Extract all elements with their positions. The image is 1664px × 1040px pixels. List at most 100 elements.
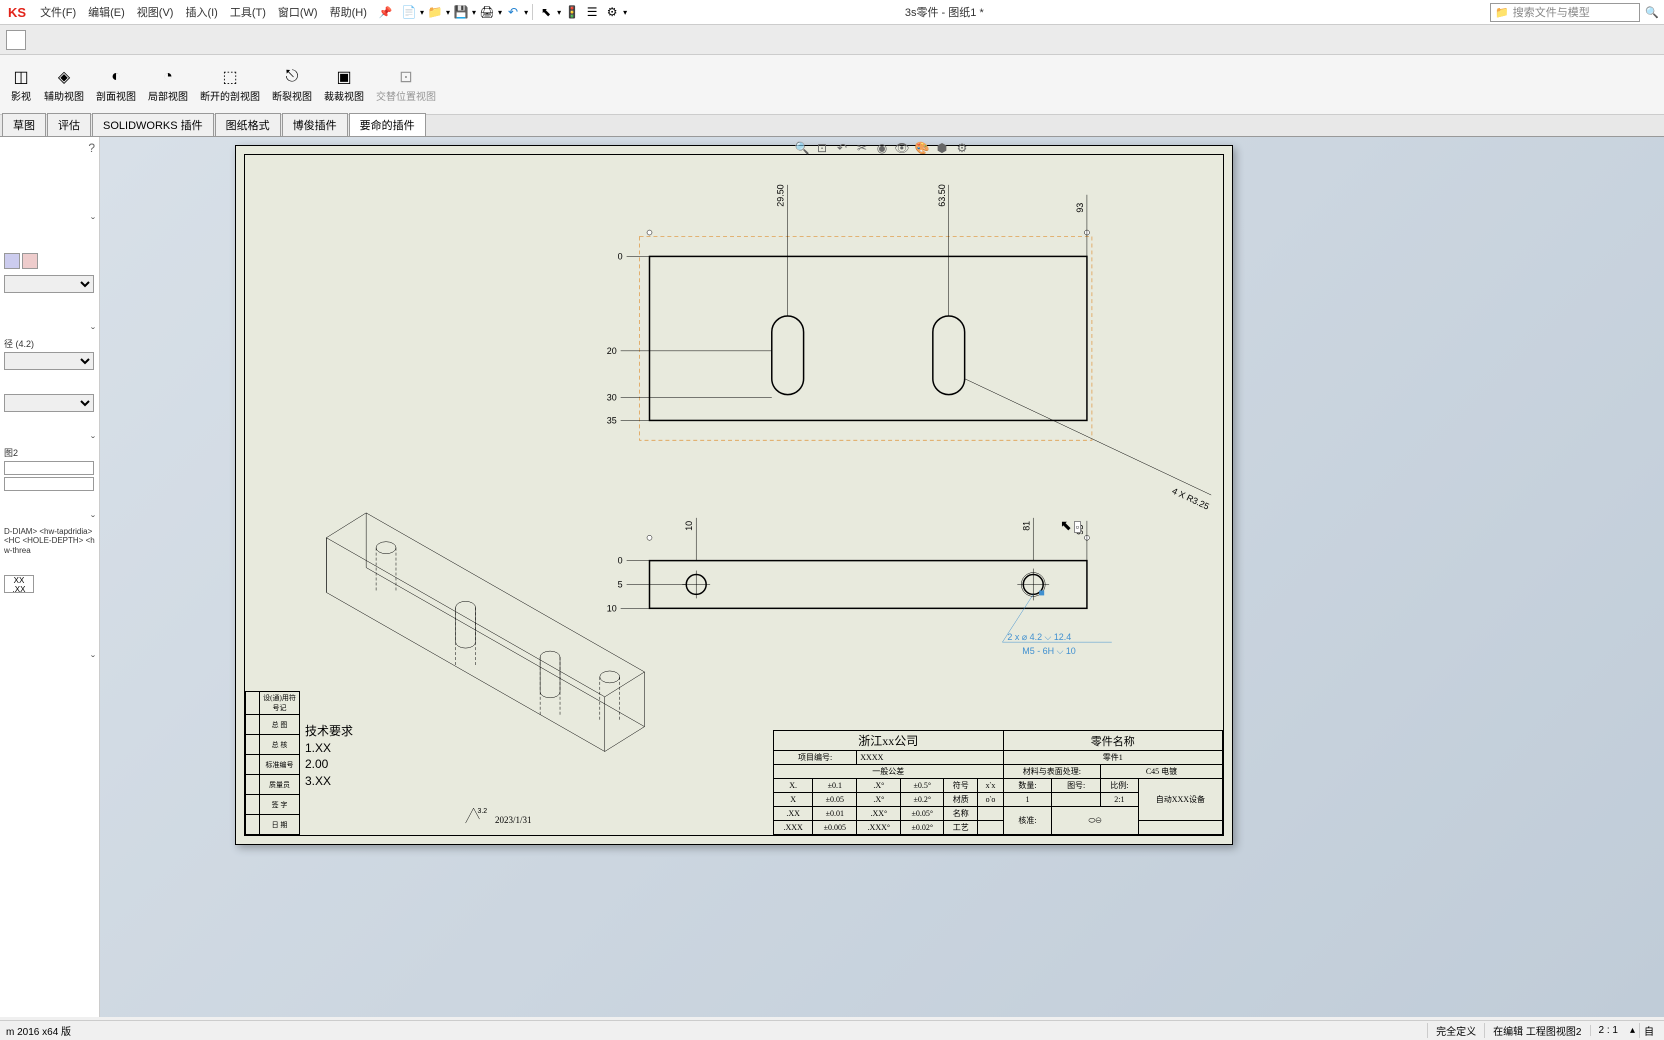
- undo-icon[interactable]: ↶: [504, 3, 522, 21]
- diameter-label: 径 (4.2): [4, 339, 95, 350]
- quick-access-toolbar: 📄▾ 📁▾ 💾▾ 🖨▾ ↶▾ ⬉▾ 🚦 ☰ ⚙▾: [0, 2, 627, 22]
- svg-text:M5 - 6H ⌵ 10: M5 - 6H ⌵ 10: [1022, 646, 1075, 656]
- view-selection-box: [640, 237, 1092, 441]
- equipment: 自动XXX设备: [1138, 779, 1222, 821]
- tech-req-item: 3.XX: [305, 773, 353, 790]
- new-icon[interactable]: 📄: [400, 3, 418, 21]
- svg-text:35: 35: [607, 415, 617, 425]
- part-name-label: 零件名称: [1003, 731, 1222, 751]
- status-custom: 自: [1639, 1023, 1658, 1038]
- svg-text:4 X R3.25: 4 X R3.25: [1171, 486, 1211, 512]
- view-setting-icon[interactable]: ⚙: [953, 139, 971, 157]
- tab-bojun[interactable]: 博俊插件: [282, 113, 348, 136]
- rebuild-icon[interactable]: 🚦: [563, 3, 581, 21]
- ribbon-projected-view[interactable]: ◫影视: [4, 57, 38, 113]
- zoom-fit-icon[interactable]: 🔍: [793, 139, 811, 157]
- options-icon[interactable]: ☰: [583, 3, 601, 21]
- tab-addins[interactable]: SOLIDWORKS 插件: [92, 113, 214, 136]
- hide-show-icon[interactable]: 👁: [893, 139, 911, 157]
- save-icon[interactable]: 💾: [452, 3, 470, 21]
- svg-text:3.2: 3.2: [478, 808, 488, 815]
- version-label: m 2016 x64 版: [6, 1023, 71, 1038]
- menu-bar: KS 文件(F) 编辑(E) 视图(V) 插入(I) 工具(T) 窗口(W) 帮…: [0, 0, 1664, 25]
- style-btn-2[interactable]: [22, 253, 38, 269]
- drawing-canvas[interactable]: 🔍 ⊡ ↶ ✂ ◉ 👁 🎨 ⬢ ⚙: [100, 137, 1664, 1017]
- style-dropdown[interactable]: [4, 275, 94, 293]
- svg-text:30: 30: [607, 393, 617, 403]
- expand-icon-3[interactable]: ˇ: [4, 434, 95, 448]
- expand-icon-2[interactable]: ˇ: [4, 325, 95, 339]
- svg-text:5: 5: [618, 579, 623, 589]
- expand-icon[interactable]: ˇ: [4, 215, 95, 229]
- tab-sheet-format[interactable]: 图纸格式: [215, 113, 281, 136]
- appearance-icon[interactable]: 🎨: [913, 139, 931, 157]
- print-icon[interactable]: 🖨: [478, 3, 496, 21]
- section-icon[interactable]: ✂: [853, 139, 871, 157]
- svg-text:20: 20: [607, 346, 617, 356]
- document-title: 3s零件 - 图纸1 *: [895, 4, 994, 20]
- ribbon-detail-view[interactable]: ◔局部视图: [142, 57, 194, 113]
- display-icon[interactable]: ◉: [873, 139, 891, 157]
- ribbon-break-view[interactable]: ⎋断裂视图: [266, 57, 318, 113]
- svg-text:93: 93: [1075, 525, 1085, 535]
- view-input[interactable]: [4, 461, 94, 475]
- command-tabs: 草图 评估 SOLIDWORKS 插件 图纸格式 博俊插件 要命的插件: [0, 115, 1664, 137]
- help-icon[interactable]: ?: [4, 141, 95, 155]
- title-block: 浙江xx公司 零件名称 项目编号: XXXX 零件1 一般公差 材料与表面处理:…: [773, 730, 1223, 835]
- tech-req-title: 技术要求: [305, 723, 353, 740]
- tool-icon[interactable]: [6, 30, 26, 50]
- settings-icon[interactable]: ⚙: [603, 3, 621, 21]
- ribbon-broken-section[interactable]: ⬚断开的剖视图: [194, 57, 266, 113]
- svg-text:81: 81: [1021, 521, 1031, 531]
- svg-text:0: 0: [618, 556, 623, 566]
- ribbon-crop-view[interactable]: ▣裁裁视图: [318, 57, 370, 113]
- status-editing: 在编辑 工程图视图2: [1484, 1023, 1589, 1038]
- view-label: 图2: [4, 448, 95, 459]
- format-btn[interactable]: XX.XX: [4, 575, 34, 593]
- tech-req-item: 1.XX: [305, 740, 353, 757]
- ribbon: ◫影视 ◈辅助视图 ◐剖面视图 ◔局部视图 ⬚断开的剖视图 ⎋断裂视图 ▣裁裁视…: [0, 55, 1664, 115]
- svg-text:93: 93: [1075, 203, 1085, 213]
- status-up-icon[interactable]: ▴: [1626, 1025, 1639, 1036]
- svg-text:63.50: 63.50: [937, 184, 947, 206]
- secondary-toolbar: [0, 25, 1664, 55]
- technical-requirements: 技术要求 1.XX 2.00 3.XX: [305, 723, 353, 790]
- drawing-date: 2023/1/31: [495, 815, 532, 825]
- search-input[interactable]: 📁 搜索文件与模型: [1490, 3, 1640, 22]
- top-view[interactable]: 29.50 63.50 93 0 20 30 35: [607, 184, 1211, 511]
- expand-icon-4[interactable]: ˇ: [4, 513, 95, 527]
- front-view[interactable]: 10 81 93 0 5 10: [607, 518, 1112, 656]
- type-dropdown[interactable]: [4, 394, 94, 412]
- scene-icon[interactable]: ⬢: [933, 139, 951, 157]
- svg-text:10: 10: [607, 603, 617, 613]
- zoom-area-icon[interactable]: ⊡: [813, 139, 831, 157]
- ribbon-section-view[interactable]: ◐剖面视图: [90, 57, 142, 113]
- expand-icon-5[interactable]: ˇ: [4, 653, 95, 667]
- tab-evaluate[interactable]: 评估: [47, 113, 91, 136]
- property-manager: ? ˇ ˇ 径 (4.2) ˇ 图2 ˇ D-DIAM> <hw-tapdrid…: [0, 137, 100, 1017]
- svg-text:29.50: 29.50: [776, 184, 786, 206]
- ribbon-alt-position: ⊡交替位置视图: [370, 57, 442, 113]
- select-icon[interactable]: ⬉: [537, 3, 555, 21]
- status-defined: 完全定义: [1427, 1023, 1484, 1038]
- diameter-dropdown[interactable]: [4, 352, 94, 370]
- company-name: 浙江xx公司: [774, 731, 1004, 751]
- main-area: ? ˇ ˇ 径 (4.2) ˇ 图2 ˇ D-DIAM> <hw-tapdrid…: [0, 137, 1664, 1017]
- view-input-2[interactable]: [4, 477, 94, 491]
- tab-yaoming[interactable]: 要命的插件: [349, 113, 426, 136]
- callout-text: D-DIAM> <hw-tapdridia> <HC <HOLE-DEPTH> …: [4, 527, 95, 556]
- part-number: 零件1: [1003, 751, 1222, 765]
- prev-view-icon[interactable]: ↶: [833, 139, 851, 157]
- status-zoom[interactable]: 2 : 1: [1590, 1025, 1626, 1036]
- style-btn-1[interactable]: [4, 253, 20, 269]
- svg-text:2 x ⌀ 4.2 ⌵ 12.4: 2 x ⌀ 4.2 ⌵ 12.4: [1007, 632, 1071, 642]
- svg-text:0: 0: [618, 251, 623, 261]
- search-button[interactable]: 🔍: [1640, 0, 1664, 24]
- ribbon-aux-view[interactable]: ◈辅助视图: [38, 57, 90, 113]
- status-bar: m 2016 x64 版 完全定义 在编辑 工程图视图2 2 : 1 ▴ 自: [0, 1020, 1664, 1040]
- tech-req-item: 2.00: [305, 756, 353, 773]
- open-icon[interactable]: 📁: [426, 3, 444, 21]
- tab-sketch[interactable]: 草图: [2, 113, 46, 136]
- drawing-sheet[interactable]: 29.50 63.50 93 0 20 30 35: [235, 145, 1233, 845]
- isometric-view[interactable]: [326, 513, 644, 752]
